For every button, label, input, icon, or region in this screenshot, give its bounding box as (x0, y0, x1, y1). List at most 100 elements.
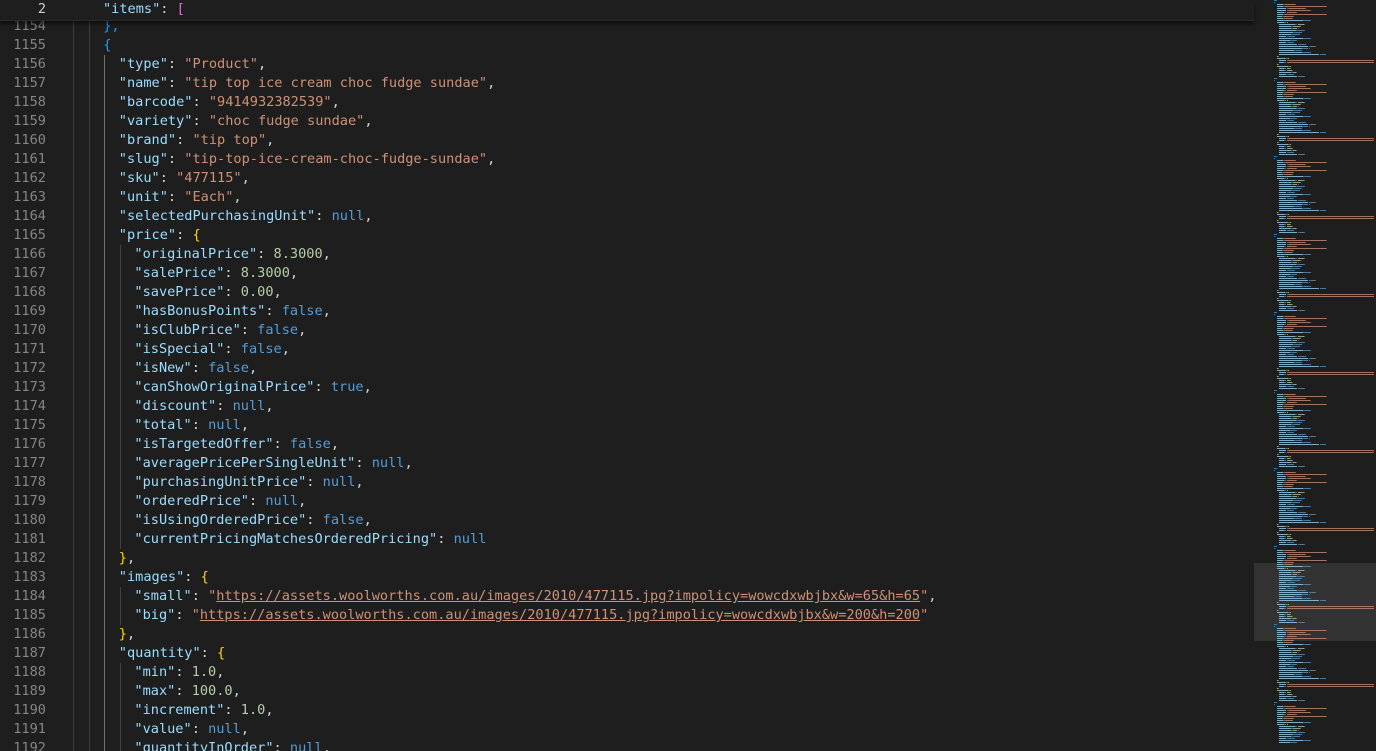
minimap-line (1300, 440, 1302, 441)
code-line[interactable]: 1187 "quantity": { (0, 644, 1254, 663)
code-editor[interactable]: 1154}, 1155{1156 "type": "Product", 1157 "na… (0, 0, 1254, 751)
indent-guide (88, 302, 90, 321)
code-line[interactable]: 1157 "name": "tip top ice cream choc fudg… (0, 74, 1254, 93)
minimap-line (1278, 598, 1302, 599)
minimap-line (1276, 84, 1284, 85)
minimap-line (1309, 20, 1311, 21)
minimap-line (1276, 472, 1284, 473)
code-line[interactable]: 1168 "savePrice": 0.00, (0, 283, 1254, 302)
indent-guide (119, 739, 121, 751)
minimap-line (1278, 358, 1309, 359)
code-line[interactable]: 1186}, (0, 625, 1254, 644)
minimap-line (1274, 78, 1277, 79)
code-line[interactable]: 1159 "variety": "choc fudge sundae", (0, 112, 1254, 131)
code-line[interactable]: 1164 "selectedPurchasingUnit": null, (0, 207, 1254, 226)
minimap-line (1278, 422, 1294, 423)
minimap-line (1278, 372, 1287, 373)
code-line[interactable]: 1163 "unit": "Each", (0, 188, 1254, 207)
minimap-line (1305, 632, 1307, 633)
minimap-line (1274, 234, 1277, 235)
code-line[interactable]: 1185 "big": "https://assets.woolworths.co… (0, 606, 1254, 625)
minimap-line (1286, 22, 1288, 23)
minimap-line (1276, 242, 1287, 243)
minimap-line (1278, 440, 1295, 441)
code-line[interactable]: 1173 "canShowOriginalPrice": true, (0, 378, 1254, 397)
code-line[interactable]: 1170 "isClubPrice": false, (0, 321, 1254, 340)
code-line[interactable]: 1172 "isNew": false, (0, 359, 1254, 378)
code-line[interactable]: 1158 "barcode": "9414932382539", (0, 93, 1254, 112)
minimap-line (1276, 326, 1284, 327)
code-line[interactable]: 1180 "isUsingOrderedPrice": false, (0, 511, 1254, 530)
code-line[interactable]: 1192 "quantityInOrder": null, (0, 739, 1254, 751)
minimap-line (1299, 26, 1301, 27)
code-line[interactable]: 1169 "hasBonusPoints": false, (0, 302, 1254, 321)
code-line[interactable]: 1188 "min": 1.0, (0, 663, 1254, 682)
indent-guide (104, 492, 106, 511)
minimap-line (1278, 466, 1298, 467)
minimap-line (1278, 436, 1309, 437)
code-line[interactable]: 1161 "slug": "tip-top-ice-cream-choc-fudg… (0, 150, 1254, 169)
code-line[interactable]: 1191 "value": null, (0, 720, 1254, 739)
minimap-line (1288, 242, 1306, 243)
minimap-line (1300, 266, 1302, 267)
url-link[interactable]: https://assets.woolworths.com.au/images/… (216, 588, 920, 604)
minimap-line (1278, 366, 1320, 367)
json-key: "canShowOriginalPrice" (134, 379, 315, 395)
code-line[interactable]: 1178 "purchasingUnitPrice": null, (0, 473, 1254, 492)
code-line[interactable]: 1175 "total": null, (0, 416, 1254, 435)
minimap-line (1278, 588, 1287, 589)
minimap-line (1297, 574, 1299, 575)
code-line[interactable]: 1181 "currentPricingMatchesOrderedPricing… (0, 530, 1254, 549)
minimap-line (1300, 578, 1302, 579)
minimap-line (1278, 584, 1303, 585)
code-line[interactable]: 1189 "max": 100.0, (0, 682, 1254, 701)
code-line[interactable]: 1171 "isSpecial": false, (0, 340, 1254, 359)
minimap-line (1293, 26, 1300, 27)
minimap-line (1305, 122, 1307, 123)
indent-guide (104, 416, 106, 435)
json-string: "tip top" (192, 132, 267, 148)
code-line[interactable]: 1184 "small": "https://assets.woolworths.… (0, 587, 1254, 606)
line-code: "price": { (119, 226, 201, 245)
minimap-line (1278, 340, 1291, 341)
minimap-line (1278, 114, 1287, 115)
line-number: 1162 (13, 170, 46, 186)
minimap-line (1297, 414, 1305, 415)
minimap[interactable] (1254, 0, 1376, 751)
code-line[interactable]: 1162 "sku": "477115", (0, 169, 1254, 188)
minimap-line (1292, 330, 1294, 331)
minimap-line (1285, 4, 1296, 5)
minimap-line (1276, 474, 1284, 475)
code-line[interactable]: 1176 "isTargetedOffer": false, (0, 435, 1254, 454)
code-line[interactable]: 1160 "brand": "tip top", (0, 131, 1254, 150)
minimap-line (1298, 268, 1300, 269)
url-link[interactable]: https://assets.woolworths.com.au/images/… (200, 607, 920, 623)
code-line[interactable]: 1155 { (0, 36, 1254, 55)
indent-guide (119, 492, 121, 511)
code-line[interactable]: 1177 "averagePricePerSingleUnit": null, (0, 454, 1254, 473)
minimap-line (1304, 264, 1306, 265)
code-line[interactable]: 1179 "orderedPrice": null, (0, 492, 1254, 511)
code-line[interactable]: 1156 "type": "Product", (0, 55, 1254, 74)
code-line[interactable]: 1190 "increment": 1.0, (0, 701, 1254, 720)
minimap-line (1276, 722, 1303, 723)
minimap-line (1296, 540, 1298, 541)
minimap-line (1278, 492, 1296, 493)
code-line[interactable]: 1183 "images": { (0, 568, 1254, 587)
minimap-line (1278, 196, 1290, 197)
json-literal: null (265, 493, 299, 509)
code-line[interactable]: 1174 "discount": null, (0, 397, 1254, 416)
indent-guide (73, 93, 74, 112)
sticky-scroll-header[interactable]: 2 "items": [ (0, 0, 1254, 21)
minimap-line (1292, 148, 1294, 149)
minimap-line (1295, 472, 1297, 473)
code-line[interactable]: 1167 "salePrice": 8.3000, (0, 264, 1254, 283)
minimap-line (1278, 110, 1294, 111)
punctuation: : (314, 379, 331, 395)
minimap-line (1286, 724, 1288, 725)
code-line[interactable]: 1165 "price": { (0, 226, 1254, 245)
line-number: 1161 (13, 151, 46, 167)
code-line[interactable]: 1166 "originalPrice": 8.3000, (0, 245, 1254, 264)
code-line[interactable]: 1182}, (0, 549, 1254, 568)
minimap-line (1296, 228, 1298, 229)
